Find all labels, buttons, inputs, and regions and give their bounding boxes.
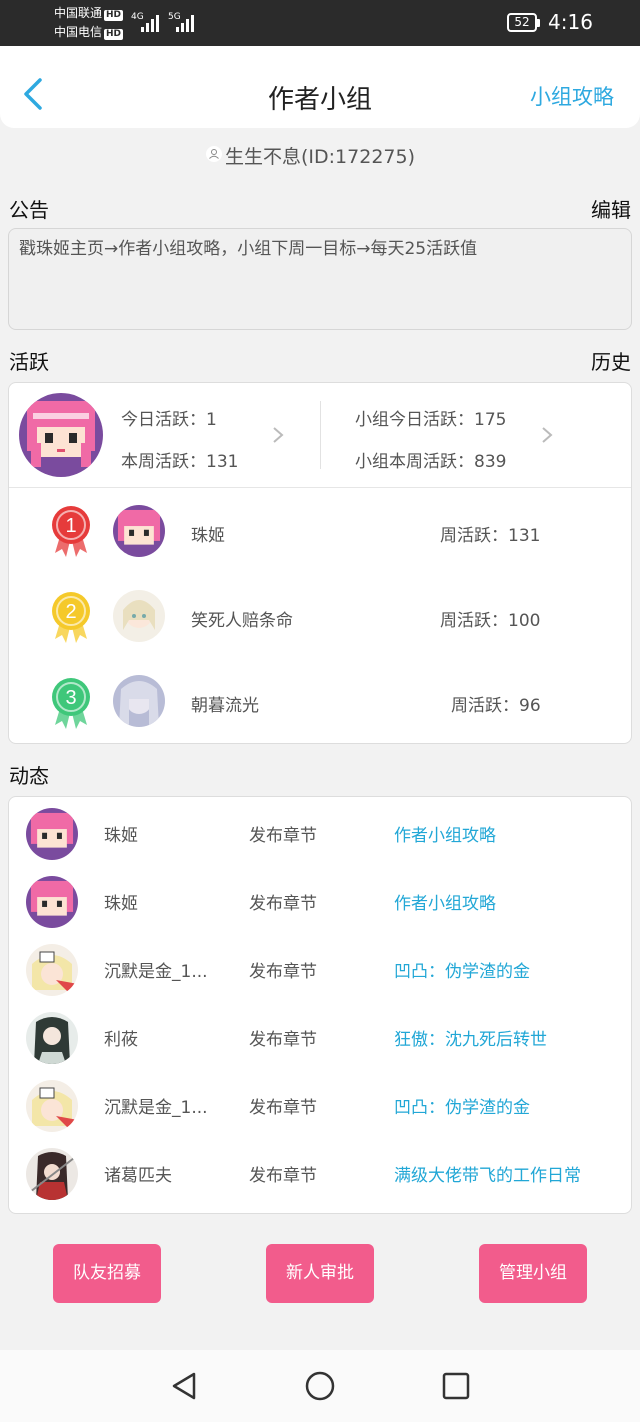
rank-2-medal-icon: 2 <box>52 592 90 643</box>
nav-bar: 作者小组 小组攻略 <box>0 46 640 128</box>
feed-action: 发布章节 <box>249 962 317 982</box>
group-today-activity: 小组今日活跃：175 <box>355 410 507 430</box>
feed-title: 动态 <box>9 764 49 788</box>
notice-content: 戳珠姬主页→作者小组攻略，小组下周一目标→每天25活跃值 <box>8 228 632 330</box>
feed-avatar[interactable] <box>26 876 78 928</box>
feed-row[interactable]: 诸葛匹夫 发布章节 满级大佬带飞的工作日常 <box>9 1139 631 1207</box>
feed-avatar[interactable] <box>26 808 78 860</box>
feed-target-link[interactable]: 满级大佬带飞的工作日常 <box>394 1161 581 1186</box>
feed-user[interactable]: 诸葛匹夫 <box>104 1161 224 1186</box>
my-avatar[interactable] <box>19 393 103 477</box>
group-week-activity: 小组本周活跃：839 <box>355 452 507 472</box>
rank-1-avatar[interactable] <box>113 505 165 557</box>
feed-user[interactable]: 沉默是金_1... <box>104 1093 224 1118</box>
feed-action: 发布章节 <box>249 1098 317 1118</box>
battery-icon: 52 <box>507 13 540 32</box>
rank-3-weekly: 周活跃：96 <box>451 696 541 716</box>
group-guide-link[interactable]: 小组攻略 <box>530 81 614 111</box>
feed-target-link[interactable]: 作者小组攻略 <box>394 889 496 914</box>
rank-3-medal-icon: 3 <box>52 678 90 729</box>
back-triangle-icon[interactable] <box>168 1370 200 1402</box>
rank-1-medal-icon: 1 <box>52 506 90 557</box>
system-nav-bar <box>0 1350 640 1422</box>
feed-row[interactable]: 珠姬 发布章节 作者小组攻略 <box>9 799 631 867</box>
chevron-right-icon[interactable] <box>271 425 285 445</box>
svg-text:3: 3 <box>65 687 76 709</box>
feed-action: 发布章节 <box>249 1030 317 1050</box>
my-today-activity: 今日活跃：1 <box>121 410 217 430</box>
rank-3-name: 朝暮流光 <box>191 696 259 716</box>
feed-user[interactable]: 沉默是金_1... <box>104 957 224 982</box>
edit-notice-button[interactable]: 编辑 <box>591 194 631 223</box>
carrier-1: 中国联通 HD <box>54 6 124 21</box>
feed-row[interactable]: 沉默是金_1... 发布章节 凹凸：伪学渣的金 <box>9 935 631 1003</box>
feed-row[interactable]: 珠姬 发布章节 作者小组攻略 <box>9 867 631 935</box>
notice-title: 公告 <box>9 198 49 222</box>
feed-row[interactable]: 沉默是金_1... 发布章节 凹凸：伪学渣的金 <box>9 1071 631 1139</box>
manage-group-button[interactable]: 管理小组 <box>479 1244 587 1303</box>
feed-action: 发布章节 <box>249 1166 317 1186</box>
approve-button[interactable]: 新人审批 <box>266 1244 374 1303</box>
chevron-right-icon[interactable] <box>540 425 554 445</box>
feed-avatar[interactable] <box>26 1012 78 1064</box>
feed-user[interactable]: 利莜 <box>104 1025 224 1050</box>
feed-target-link[interactable]: 作者小组攻略 <box>394 821 496 846</box>
rank-1-weekly: 周活跃：131 <box>440 526 541 546</box>
my-week-activity: 本周活跃：131 <box>121 452 239 472</box>
rank-2-weekly: 周活跃：100 <box>440 611 541 631</box>
card-divider <box>9 487 631 488</box>
feed-target-link[interactable]: 凹凸：伪学渣的金 <box>394 1093 530 1118</box>
signal-icon <box>141 14 165 32</box>
feed-avatar[interactable] <box>26 1148 78 1200</box>
activity-title: 活跃 <box>9 350 49 374</box>
home-circle-icon[interactable] <box>304 1370 336 1402</box>
recents-square-icon[interactable] <box>440 1370 472 1402</box>
feed-avatar[interactable] <box>26 944 78 996</box>
svg-text:2: 2 <box>65 601 76 623</box>
feed-row[interactable]: 利莜 发布章节 狂傲：沈九死后转世 <box>9 1003 631 1071</box>
rank-2-avatar[interactable] <box>113 590 165 642</box>
group-leader[interactable]: 生生不息(ID:172275) <box>0 142 640 169</box>
feed-user[interactable]: 珠姬 <box>104 889 224 914</box>
feed-target-link[interactable]: 凹凸：伪学渣的金 <box>394 957 530 982</box>
svg-text:1: 1 <box>65 515 76 537</box>
feed-user[interactable]: 珠姬 <box>104 821 224 846</box>
status-bar: 中国联通 HD 中国电信 HD 4G 5G 52 4:16 <box>0 0 640 46</box>
signal-icon-2 <box>176 14 200 32</box>
history-button[interactable]: 历史 <box>591 346 631 375</box>
feed-avatar[interactable] <box>26 1080 78 1132</box>
carrier-2: 中国电信 HD <box>54 25 124 40</box>
feed-action: 发布章节 <box>249 826 317 846</box>
clock: 4:16 <box>548 10 593 34</box>
rank-3-avatar[interactable] <box>113 675 165 727</box>
feed-target-link[interactable]: 狂傲：沈九死后转世 <box>394 1025 547 1050</box>
rank-1-name: 珠姬 <box>191 526 225 546</box>
rank-2-name: 笑死人赔条命 <box>191 611 293 631</box>
stat-divider <box>320 401 321 469</box>
recruit-button[interactable]: 队友招募 <box>53 1244 161 1303</box>
activity-card: 今日活跃：1 本周活跃：131 小组今日活跃：175 小组本周活跃：839 1 … <box>8 382 632 744</box>
feed-action: 发布章节 <box>249 894 317 914</box>
feed-card: 珠姬 发布章节 作者小组攻略 珠姬 发布章节 作者小组攻略 沉默是金_1... … <box>8 796 632 1214</box>
